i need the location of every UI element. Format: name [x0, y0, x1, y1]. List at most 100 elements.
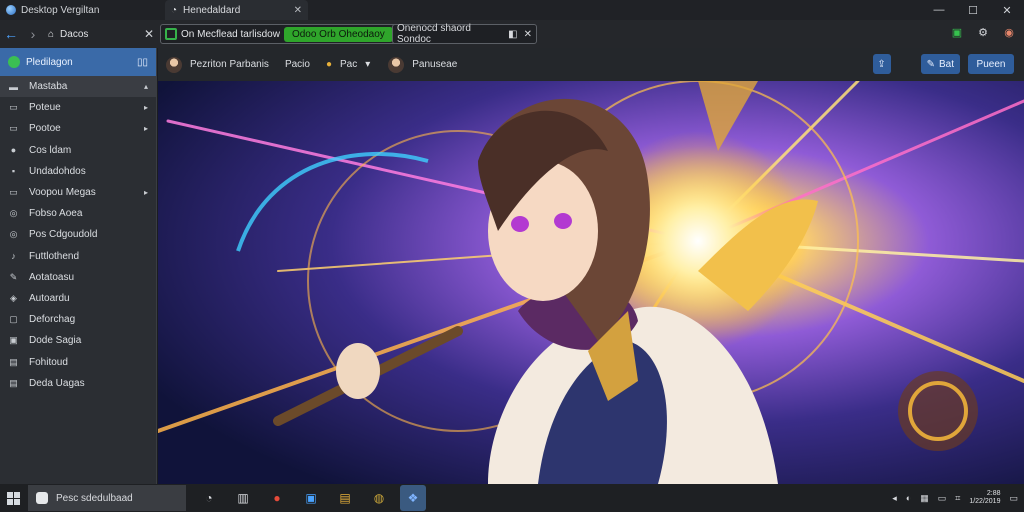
address-bar: On Mecflead tarlisdow Odoo Orb Oheodaoy — [160, 24, 398, 44]
sidebar-item[interactable]: ◈ Autoardu — [0, 288, 156, 309]
sidebar-item[interactable]: ✎ Aotatoasu — [0, 267, 156, 288]
sidebar-item-icon: ▣ — [9, 335, 18, 346]
sidebar-item-label: Autoardu — [29, 292, 70, 304]
breadcrumb-item[interactable]: Pacio — [285, 59, 310, 70]
sidebar-item[interactable]: ▭ Poteue ▸ — [0, 97, 156, 118]
sidebar-item[interactable]: ▭ Pootoe ▸ — [0, 118, 156, 139]
maximize-button[interactable]: ☐ — [956, 0, 990, 20]
chevron-icon: ▴ — [143, 82, 148, 92]
windows-logo-icon — [6, 498, 13, 505]
sidebar-item[interactable]: ▣ Dode Sagia — [0, 330, 156, 351]
app-title-area: Desktop Vergiltan — [0, 5, 160, 16]
pueen-button[interactable]: Pueen — [968, 54, 1014, 74]
sidebar-item-icon: ♪ — [11, 251, 16, 262]
browser-app-icon[interactable]: ❖ — [400, 485, 426, 511]
artwork-canvas[interactable] — [158, 81, 1024, 484]
sidebar-item[interactable]: ▤ Deda Uagas — [0, 373, 156, 394]
minimize-button[interactable]: — — [922, 0, 956, 20]
sidebar-item-label: Futtlothend — [29, 250, 80, 262]
media-app-icon[interactable]: ● — [264, 485, 290, 511]
sidebar-item[interactable]: ♪ Futtlothend — [0, 246, 156, 267]
clear-icon[interactable]: ✕ — [524, 29, 532, 40]
toolbar-right-icons: ▣ ⚙ ◉ — [950, 25, 1016, 39]
sidebar-item[interactable]: ▭ Voopou Megas ▸ — [0, 182, 156, 203]
battery-icon[interactable]: ▭ — [938, 493, 947, 504]
chevron-icon: ▸ — [143, 188, 148, 198]
breadcrumb-item[interactable]: Pezriton Parbanis — [190, 59, 269, 70]
volume-icon[interactable]: ◐ — [906, 493, 911, 503]
forward-arrow-icon[interactable]: › — [22, 23, 44, 45]
sidebar-item-icon: ✎ — [9, 271, 18, 282]
language-icon[interactable]: ⌗ — [955, 493, 960, 504]
sidebar-item[interactable]: ▬ Mastaba ▴ — [0, 76, 156, 98]
settings-icon[interactable]: ⚙ — [976, 25, 990, 39]
sidebar-item[interactable]: ▤ Fohitoud — [0, 351, 156, 372]
sidebar-item[interactable]: ◎ Fobso Aoea — [0, 203, 156, 224]
taskbar-search[interactable]: Pesc sdedulbaad — [28, 485, 186, 511]
close-button[interactable]: ✕ — [990, 0, 1024, 20]
chevron-down-icon[interactable]: ▾ — [365, 59, 370, 70]
clock[interactable]: 2:88 1/22/2019 — [969, 490, 1000, 506]
sidebar-item[interactable]: ▪ Undadohdos — [0, 161, 156, 182]
notification-icon[interactable]: ▭ — [1009, 493, 1018, 504]
windows-logo-icon — [13, 498, 20, 505]
files-icon[interactable]: ▥ — [230, 485, 256, 511]
sidebar-item-icon: ▬ — [9, 81, 18, 92]
toolbar-close-icon[interactable]: ✕ — [144, 27, 154, 41]
address-text: On Mecflead tarlisdow — [181, 28, 280, 40]
back-arrow-icon[interactable]: ← — [0, 23, 22, 45]
sidebar-logo-icon — [8, 56, 20, 68]
sidebar: Pledilagon ▯▯ ▬ Mastaba ▴ ▭ Poteue ▸ ▭ Pootoe ▸ ●… — [0, 48, 157, 484]
taskview-icon[interactable]: ◔ — [196, 485, 222, 511]
taskbar-apps: ◔ ▥ ● ▣ ▤ ◍ ❖ — [196, 485, 426, 511]
pin-icon[interactable]: ▯▯ — [137, 57, 148, 68]
sidebar-item[interactable]: ● Cos ldam — [0, 140, 156, 161]
tab-title: Henedaldard — [183, 4, 241, 16]
tab-close-icon[interactable]: ✕ — [294, 5, 302, 16]
tab-favicon-icon: ◔ — [171, 4, 178, 16]
share-icon[interactable]: ⇪ — [872, 54, 891, 74]
star-icon[interactable]: ● — [326, 59, 332, 70]
sidebar-item[interactable]: ▢ Deforchag — [0, 309, 156, 330]
sidebar-item-label: Pootoe — [29, 123, 61, 135]
start-button[interactable] — [0, 484, 26, 512]
browser-tab[interactable]: ◔ Henedaldard ✕ — [165, 0, 308, 20]
sidebar-item-label: Deforchag — [29, 314, 76, 326]
sidebar-header[interactable]: Pledilagon ▯▯ — [0, 48, 156, 76]
sidebar-item-icon: ◎ — [9, 229, 18, 240]
app-title: Desktop Vergiltan — [21, 4, 100, 16]
sidebar-item-label: Deda Uagas — [29, 377, 85, 389]
profile-icon[interactable]: ◉ — [1002, 25, 1016, 39]
breadcrumb-item[interactable]: Panuseae — [412, 59, 457, 70]
sidebar-item-label: Aotatoasu — [29, 271, 75, 283]
bat-label: Bat — [938, 58, 954, 70]
secondary-address-field[interactable]: Onenocd shaord Sondoc ◧ ✕ — [392, 23, 537, 45]
sidebar-item-label: Fohitoud — [29, 356, 68, 368]
address-field[interactable]: On Mecflead tarlisdow Odoo Orb Oheodaoy — [160, 24, 398, 44]
network-icon[interactable]: ▦ — [920, 493, 929, 504]
green-action-button[interactable]: Odoo Orb Oheodaoy — [283, 26, 393, 42]
breadcrumb-item[interactable]: Pac — [340, 59, 357, 70]
avatar[interactable] — [166, 56, 182, 73]
chevron-up-icon[interactable]: ◂ — [892, 493, 897, 504]
home-button[interactable]: ⌂ Dacos — [48, 29, 138, 40]
home-icon: ⌂ — [48, 28, 55, 40]
copy-icon[interactable]: ◧ — [508, 29, 517, 40]
avatar[interactable] — [388, 56, 405, 73]
bat-button[interactable]: ✎ Bat — [920, 54, 960, 74]
sidebar-item-label: Voopou Megas — [29, 187, 96, 199]
sidebar-item-label: Poteue — [29, 102, 61, 114]
sidebar-item-icon: ▭ — [9, 187, 18, 198]
sidebar-item-label: Mastaba — [29, 81, 68, 93]
photos-icon[interactable]: ▤ — [332, 485, 358, 511]
sidebar-item-label: Cos ldam — [29, 144, 72, 156]
store-icon[interactable]: ▣ — [298, 485, 324, 511]
desktop-window: Desktop Vergiltan ◔ Henedaldard ✕ — ☐ ✕ … — [0, 0, 1024, 512]
sidebar-item[interactable]: ◎ Pos Cdgoudold — [0, 224, 156, 245]
sidebar-item-label: Dode Sagia — [29, 335, 82, 347]
sidebar-item-label: Pos Cdgoudold — [29, 229, 98, 241]
game-icon[interactable]: ◍ — [366, 485, 392, 511]
extension-icon[interactable]: ▣ — [950, 25, 964, 39]
anime-artwork — [158, 81, 1024, 484]
